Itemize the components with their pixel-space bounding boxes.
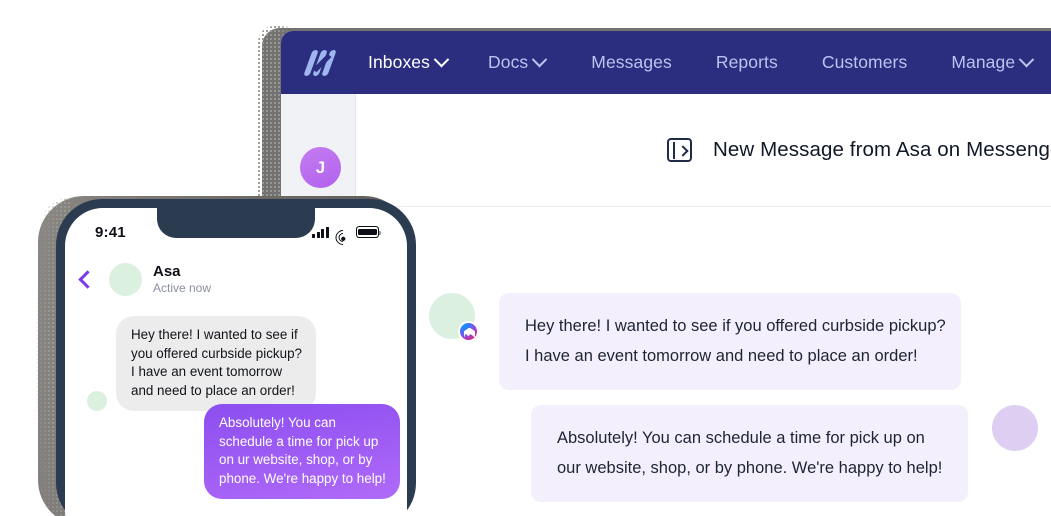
phone-message-row-incoming: Hey there! I wanted to see if you offere… xyxy=(87,316,316,411)
phone-contact-name: Asa xyxy=(153,262,181,280)
phone-sender-avatar xyxy=(87,391,107,411)
screenshot-root: Inboxes Docs Messages Reports Customers xyxy=(0,0,1051,516)
message-row-outgoing: Absolutely! You can schedule a time for … xyxy=(531,405,1039,502)
message-line: Absolutely! You can schedule a time for … xyxy=(557,429,925,447)
message-line: and need to place an order! xyxy=(131,382,295,398)
nav-item-reports-label: Reports xyxy=(715,52,778,72)
avatar[interactable]: J xyxy=(300,147,341,188)
back-chevron-icon[interactable] xyxy=(78,269,97,289)
nav-item-messages[interactable]: Messages xyxy=(591,52,672,73)
message-bubble-incoming: Hey there! I wanted to see if you offere… xyxy=(499,293,961,390)
top-navigation-bar: Inboxes Docs Messages Reports Customers xyxy=(281,31,1051,94)
nav-item-docs-label: Docs xyxy=(488,52,529,72)
avatar-initial: J xyxy=(315,157,326,177)
wifi-icon xyxy=(331,226,354,248)
message-line: Hey there! I wanted to see if you offere… xyxy=(525,317,946,335)
agent-avatar xyxy=(992,405,1039,451)
avatar-photo xyxy=(992,405,1039,451)
phone-contact-avatar[interactable] xyxy=(109,262,142,296)
nav-item-manage-label: Manage xyxy=(951,52,1016,72)
conversation-body: Hey there! I wanted to see if you offere… xyxy=(357,208,1051,516)
facebook-messenger-icon xyxy=(458,321,479,342)
chevron-down-icon xyxy=(1018,51,1035,68)
message-line: I have an event tomorrow xyxy=(131,364,283,379)
cellular-signal-icon xyxy=(312,226,329,238)
phone-message-bubble-outgoing: Absolutely! You can schedule a time for … xyxy=(204,404,400,499)
nav-item-reports[interactable]: Reports xyxy=(716,52,778,73)
message-line: our website, shop, or by phone. We're ha… xyxy=(557,459,943,477)
message-line: Absolutely! You can xyxy=(219,415,336,430)
page-title: New Message from Asa on Messenger xyxy=(713,138,1051,161)
phone-device: 9:41 Asa Active now Hey there! I wanted … xyxy=(56,199,416,516)
phone-screen: 9:41 Asa Active now Hey there! I wanted … xyxy=(65,208,407,516)
battery-icon xyxy=(356,226,382,238)
phone-conversation-header: Asa Active now xyxy=(65,256,407,302)
phone-status-bar: 9:41 xyxy=(65,208,407,250)
nav-item-customers-label: Customers xyxy=(821,52,908,72)
message-line: you offered curbside pickup? xyxy=(131,345,302,361)
panel-expand-icon[interactable] xyxy=(667,138,692,162)
nav-item-inboxes-label: Inboxes xyxy=(368,52,430,72)
message-line: on ur website, shop, or by xyxy=(219,452,373,467)
chevron-down-icon xyxy=(433,51,450,68)
nav-item-docs[interactable]: Docs xyxy=(488,51,548,73)
customer-avatar xyxy=(429,293,479,342)
message-line: schedule a time for pick up xyxy=(219,433,379,449)
nav-item-messages-label: Messages xyxy=(591,52,672,72)
conversation-header: New Message from Asa on Messenger xyxy=(357,94,1051,207)
message-bubble-outgoing: Absolutely! You can schedule a time for … xyxy=(531,405,969,502)
message-row-incoming: Hey there! I wanted to see if you offere… xyxy=(429,293,961,390)
message-line: phone. We're happy to help! xyxy=(219,470,386,486)
phone-contact-status: Active now xyxy=(153,280,212,295)
nav-item-manage[interactable]: Manage xyxy=(951,51,1035,73)
nav-item-inboxes[interactable]: Inboxes xyxy=(368,51,450,73)
help-scout-logo[interactable] xyxy=(303,48,338,78)
message-line: I have an event tomorrow and need to pla… xyxy=(525,347,918,365)
chevron-down-icon xyxy=(532,51,548,68)
message-line: Hey there! I wanted to see if xyxy=(131,327,298,342)
nav-item-customers[interactable]: Customers xyxy=(822,52,908,73)
status-bar-time: 9:41 xyxy=(95,223,126,241)
phone-message-row-outgoing: Absolutely! You can schedule a time for … xyxy=(204,404,400,499)
phone-message-bubble-incoming: Hey there! I wanted to see if you offere… xyxy=(116,316,316,411)
